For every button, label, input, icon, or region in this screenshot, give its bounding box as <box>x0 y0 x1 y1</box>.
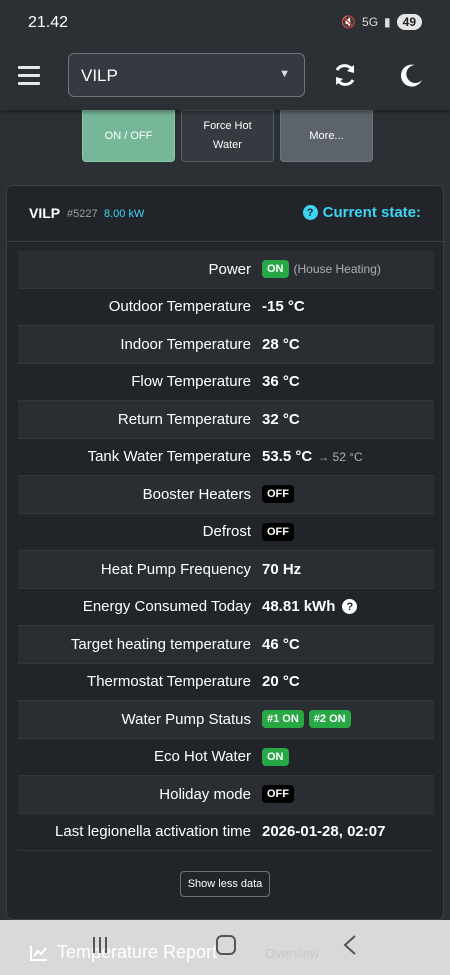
bottom-bar: Temperature Report Overview <box>0 920 450 975</box>
row-label: Eco Hot Water <box>154 748 251 766</box>
top-navbar: VILP ▼ <box>0 48 450 110</box>
device-state-card: VILP #5227 8.00 kW ? Current state: Powe… <box>6 185 444 920</box>
back-icon[interactable] <box>343 935 357 955</box>
chevron-down-icon: ▼ <box>279 68 290 80</box>
row-outdoor-temperature: Outdoor Temperature -15 °C <box>18 289 434 326</box>
row-value: 48.81 kWh ? <box>262 598 434 615</box>
booster-status-badge: OFF <box>262 485 294 504</box>
signal-icon: ▮ <box>384 15 391 29</box>
system-navigation <box>0 934 450 964</box>
current-state-label: Current state: <box>322 204 421 221</box>
pump1-status-badge: #1 ON <box>262 710 304 729</box>
more-label: More... <box>309 129 344 142</box>
status-time: 21.42 <box>28 14 69 31</box>
show-less-data-button[interactable]: Show less data <box>180 871 270 897</box>
row-return-temperature: Return Temperature 32 °C <box>18 401 434 439</box>
row-indoor-temperature: Indoor Temperature 28 °C <box>18 326 434 364</box>
row-water-pump-status: Water Pump Status #1 ON #2 ON <box>18 701 434 739</box>
energy-value: 48.81 kWh <box>262 598 336 616</box>
row-label: Target heating temperature <box>70 635 251 653</box>
tank-target-value: → 52 °C <box>317 449 363 464</box>
card-header: VILP #5227 8.00 kW ? Current state: <box>7 186 443 242</box>
device-id: #5227 <box>67 208 98 220</box>
question-circle-icon[interactable]: ? <box>342 599 358 615</box>
mute-icon: 🔇 <box>341 15 357 29</box>
row-label: Thermostat Temperature <box>87 673 251 691</box>
row-value: 32 °C <box>262 410 300 428</box>
row-value: 36 °C <box>262 373 300 391</box>
status-icons: 🔇 5G ▮ 49 <box>341 14 422 30</box>
battery-badge: 49 <box>396 14 422 30</box>
row-thermostat-temperature: Thermostat Temperature 20 °C <box>18 664 434 701</box>
refresh-icon[interactable] <box>332 62 358 88</box>
on-off-button[interactable]: ON / OFF <box>82 110 175 162</box>
row-label: Heat Pump Frequency <box>100 560 251 578</box>
row-booster-heaters: Booster Heaters OFF <box>18 476 434 514</box>
network-label: 5G <box>362 15 379 29</box>
row-label: Energy Consumed Today <box>82 598 251 616</box>
row-value: 20 °C <box>262 673 300 691</box>
force-hot-label-line2: Water <box>213 139 242 151</box>
home-icon[interactable] <box>216 935 236 955</box>
device-select-value: VILP <box>81 66 118 85</box>
row-value: ON <box>262 747 434 766</box>
row-value: 2026-01-28, 02:07 <box>262 823 386 841</box>
row-label: Tank Water Temperature <box>87 448 251 466</box>
eco-hot-water-badge: ON <box>262 747 289 766</box>
row-label: Indoor Temperature <box>120 335 251 353</box>
row-target-heating-temperature: Target heating temperature 46 °C <box>18 626 434 664</box>
row-value: 70 Hz <box>262 560 302 578</box>
row-flow-temperature: Flow Temperature 36 °C <box>18 364 434 401</box>
device-select[interactable]: VILP ▼ <box>68 53 305 97</box>
row-heat-pump-frequency: Heat Pump Frequency 70 Hz <box>18 551 434 589</box>
row-value: 53.5 °C → 52 °C <box>262 448 434 465</box>
row-energy-consumed-today: Energy Consumed Today 48.81 kWh ? <box>18 589 434 626</box>
quick-action-row: ON / OFF Force Hot Water More... <box>82 110 373 162</box>
state-table: Power ON (House Heating) Outdoor Tempera… <box>18 251 434 851</box>
defrost-status-badge: OFF <box>262 522 294 541</box>
question-circle-icon: ? <box>302 205 318 220</box>
row-value: OFF <box>262 522 434 541</box>
force-hot-water-button[interactable]: Force Hot Water <box>181 110 274 162</box>
row-value: -15 °C <box>262 298 305 316</box>
row-label: Last legionella activation time <box>55 823 251 841</box>
pump2-status-badge: #2 ON <box>308 710 351 729</box>
row-value: #1 ON #2 ON <box>262 710 434 729</box>
row-value: 28 °C <box>262 335 300 353</box>
row-label: Flow Temperature <box>131 373 251 391</box>
recent-apps-icon[interactable] <box>92 936 108 954</box>
current-state-heading[interactable]: ? Current state: <box>302 204 421 221</box>
row-value: OFF <box>262 485 434 504</box>
row-tank-water-temperature: Tank Water Temperature 53.5 °C → 52 °C <box>18 439 434 476</box>
status-bar: 21.42 🔇 5G ▮ 49 <box>0 0 450 48</box>
moon-icon[interactable] <box>396 60 426 90</box>
row-last-legionella-activation: Last legionella activation time 2026-01-… <box>18 814 434 851</box>
more-button[interactable]: More... <box>280 110 373 162</box>
row-power: Power ON (House Heating) <box>18 251 434 289</box>
row-label: Booster Heaters <box>142 485 251 503</box>
device-power-kw: 8.00 kW <box>104 208 145 220</box>
tank-temperature-value: 53.5 °C <box>262 448 313 466</box>
on-off-label: ON / OFF <box>104 129 153 142</box>
row-eco-hot-water: Eco Hot Water ON <box>18 739 434 776</box>
power-mode-note: (House Heating) <box>293 262 381 277</box>
row-label: Outdoor Temperature <box>108 298 251 316</box>
row-value: OFF <box>262 785 434 804</box>
holiday-mode-badge: OFF <box>262 785 294 804</box>
hamburger-menu-icon[interactable] <box>18 66 40 86</box>
row-defrost: Defrost OFF <box>18 514 434 551</box>
force-hot-label-line1: Force Hot <box>203 120 252 132</box>
row-value: ON (House Heating) <box>262 260 434 279</box>
row-value: 46 °C <box>262 635 300 653</box>
row-label: Power <box>208 260 251 278</box>
row-label: Holiday mode <box>159 785 251 803</box>
row-holiday-mode: Holiday mode OFF <box>18 776 434 814</box>
card-title: VILP <box>29 205 61 221</box>
row-label: Return Temperature <box>117 410 251 428</box>
power-status-badge: ON <box>262 260 289 279</box>
row-label: Defrost <box>202 523 251 541</box>
row-label: Water Pump Status <box>121 710 252 728</box>
